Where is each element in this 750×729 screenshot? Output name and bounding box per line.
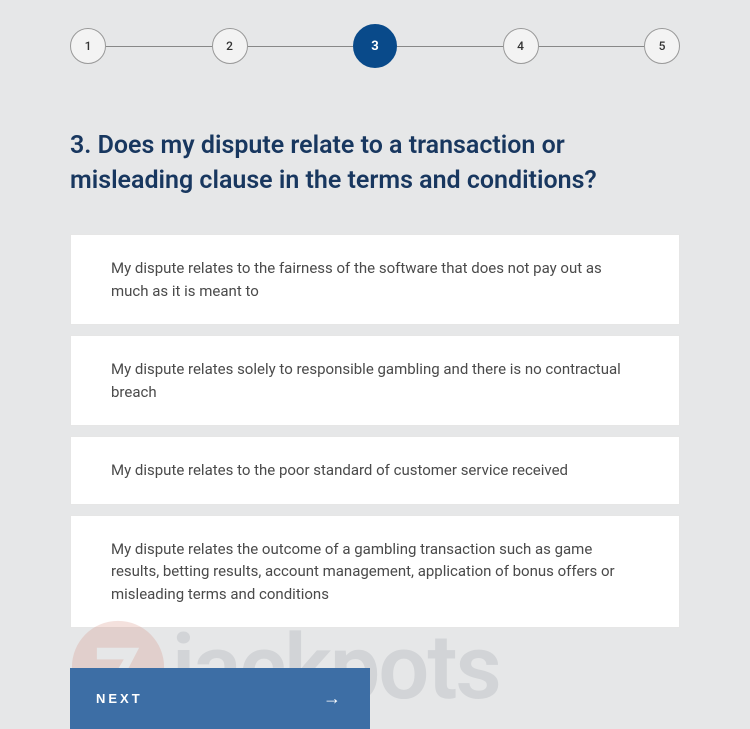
arrow-right-icon: → [323, 688, 344, 709]
step-connector [539, 46, 645, 47]
step-4[interactable]: 4 [503, 28, 539, 64]
step-label: 5 [659, 39, 666, 53]
option-1[interactable]: My dispute relates to the fairness of th… [70, 234, 680, 325]
progress-stepper: 1 2 3 4 5 [70, 24, 680, 68]
question-title: 3. Does my dispute relate to a transacti… [70, 128, 680, 198]
option-text: My dispute relates to the poor standard … [111, 461, 568, 479]
step-label: 4 [517, 39, 524, 53]
option-text: My dispute relates solely to responsible… [111, 360, 621, 401]
step-label: 1 [85, 39, 92, 53]
step-5[interactable]: 5 [644, 28, 680, 64]
step-connector [248, 46, 354, 47]
option-3[interactable]: My dispute relates to the poor standard … [70, 436, 680, 505]
step-label: 3 [371, 39, 378, 54]
next-button[interactable]: NEXT → [70, 668, 370, 729]
step-connector [106, 46, 212, 47]
option-text: My dispute relates to the fairness of th… [111, 259, 602, 300]
step-label: 2 [226, 39, 233, 53]
step-3[interactable]: 3 [353, 24, 397, 68]
option-text: My dispute relates the outcome of a gamb… [111, 540, 615, 603]
options-list: My dispute relates to the fairness of th… [70, 234, 680, 628]
option-4[interactable]: My dispute relates the outcome of a gamb… [70, 515, 680, 629]
step-2[interactable]: 2 [212, 28, 248, 64]
option-2[interactable]: My dispute relates solely to responsible… [70, 335, 680, 426]
step-connector [397, 46, 503, 47]
step-1[interactable]: 1 [70, 28, 106, 64]
next-button-label: NEXT [96, 691, 143, 706]
form-container: 1 2 3 4 5 3. Does my dispute relate to a… [0, 0, 750, 729]
